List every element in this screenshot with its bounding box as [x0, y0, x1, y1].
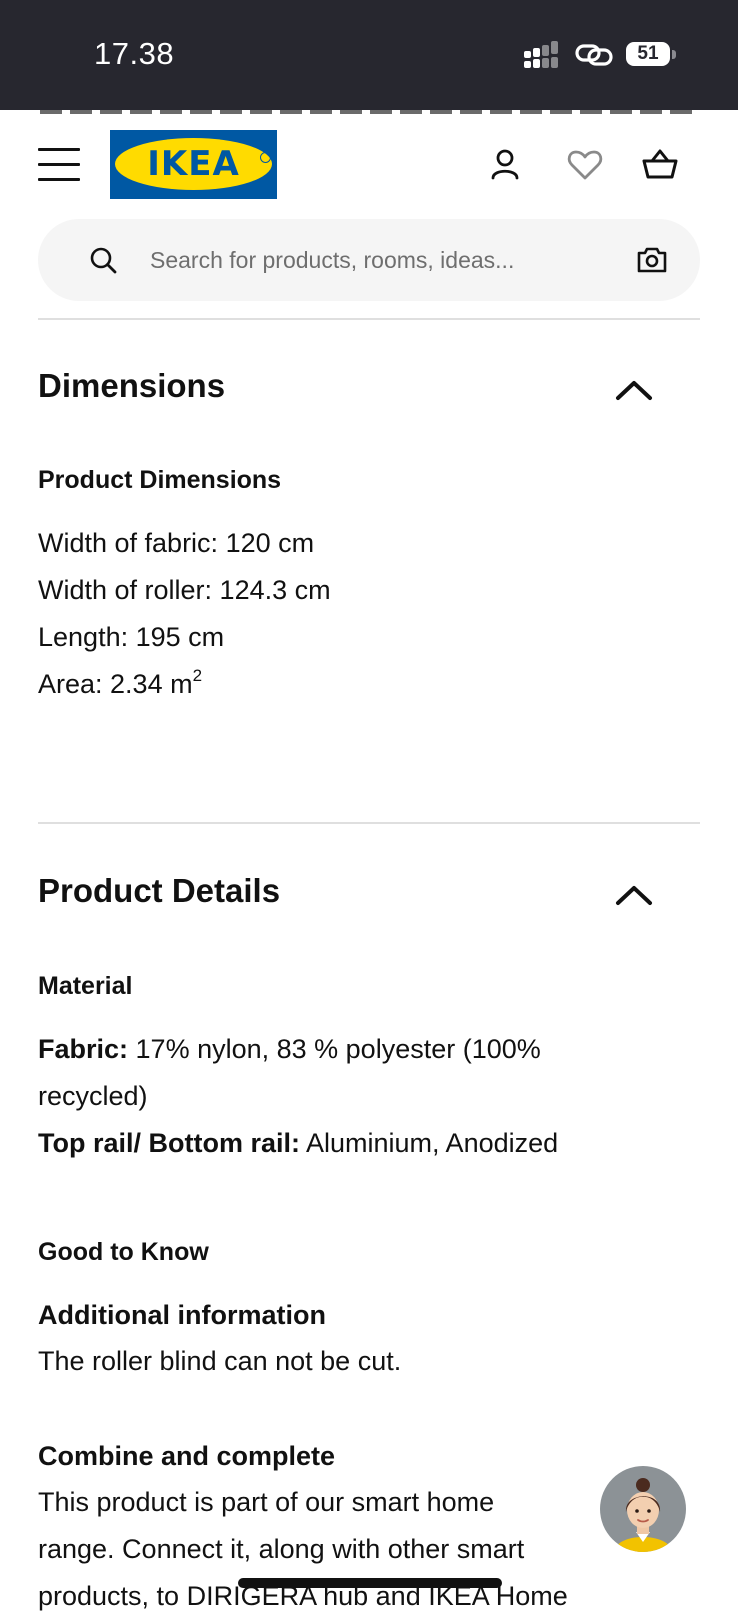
battery-level: 51 [637, 43, 659, 64]
fabric-text: Fabric: 17% nylon, 83 % polyester (100% … [38, 1026, 578, 1120]
status-time: 17.38 [94, 36, 175, 71]
rail-text: Top rail/ Bottom rail: Aluminium, Anodiz… [38, 1120, 558, 1167]
ikea-logo[interactable]: IKEA [110, 130, 277, 199]
rail-label: Top rail/ Bottom rail: [38, 1128, 300, 1158]
basket-icon[interactable] [640, 145, 680, 185]
account-icon[interactable] [485, 145, 525, 185]
link-icon [575, 40, 615, 70]
divider [38, 822, 700, 824]
signal-icon [524, 41, 564, 69]
heart-icon[interactable] [565, 145, 605, 185]
search-icon[interactable] [88, 245, 118, 275]
logo-text: IKEA [147, 144, 240, 184]
product-dimensions-heading: Product Dimensions [38, 466, 282, 494]
chat-assistant-avatar[interactable] [600, 1466, 686, 1552]
additional-information-text: The roller blind can not be cut. [38, 1346, 402, 1376]
dimensions-heading[interactable]: Dimensions [38, 367, 225, 405]
length-text: Length: 195 cm [38, 622, 225, 652]
battery-tip [672, 50, 676, 59]
chevron-up-icon[interactable] [610, 370, 658, 410]
battery-icon: 51 [626, 42, 670, 66]
divider [38, 318, 700, 320]
chevron-up-icon[interactable] [610, 875, 658, 915]
area-text: Area: 2.34 m2 [38, 661, 202, 711]
material-heading: Material [38, 972, 133, 1000]
product-details-heading[interactable]: Product Details [38, 872, 280, 910]
area-superscript: 2 [192, 666, 203, 685]
roller-width-text: Width of roller: 124.3 cm [38, 575, 331, 605]
status-bar: 17.38 51 [0, 0, 738, 110]
registered-mark [260, 152, 271, 163]
scrolled-text-remnant [40, 110, 700, 114]
rail-value: Aluminium, Anodized [300, 1128, 559, 1158]
fabric-label: Fabric: [38, 1034, 129, 1064]
combine-and-complete-heading: Combine and complete [38, 1441, 336, 1471]
search-input[interactable] [150, 239, 580, 281]
camera-icon[interactable] [636, 244, 668, 276]
good-to-know-heading: Good to Know [38, 1238, 209, 1266]
fabric-width-text: Width of fabric: 120 cm [38, 528, 315, 558]
area-value: Area: 2.34 m [38, 669, 193, 699]
menu-icon[interactable] [38, 146, 80, 182]
additional-information-heading: Additional information [38, 1300, 326, 1330]
home-indicator [238, 1578, 502, 1588]
search-bar[interactable] [38, 219, 700, 301]
combine-and-complete-text: This product is part of our smart home r… [38, 1487, 568, 1611]
